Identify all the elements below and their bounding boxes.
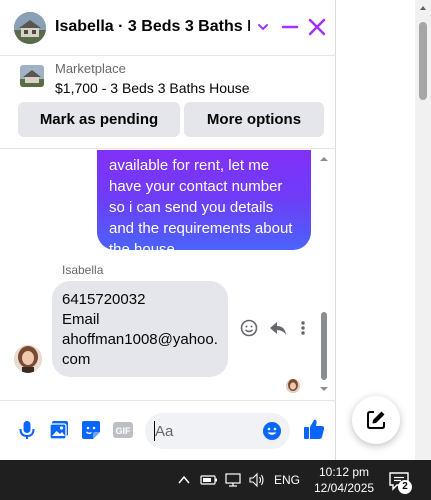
message-line: Email [62,311,100,328]
microphone-icon[interactable] [16,419,38,441]
thread-scrollbar[interactable] [318,150,330,398]
clock-time: 10:12 pm [318,465,370,479]
reply-icon[interactable] [268,319,288,337]
scroll-down-arrow-icon[interactable] [318,384,330,394]
sticker-icon[interactable] [80,419,102,441]
network-icon[interactable] [224,472,242,488]
scroll-up-arrow-icon[interactable] [318,154,330,164]
svg-text:GIF: GIF [116,426,132,436]
thread-scrollbar-thumb[interactable] [321,312,327,380]
marketplace-listing: Marketplace $1,700 - 3 Beds 3 Baths Hous… [0,57,336,149]
input-language[interactable]: ENG [274,473,300,487]
message-input-container[interactable] [145,413,290,449]
message-line: the house. [109,241,180,258]
volume-icon[interactable] [248,472,266,488]
windows-taskbar: ENG 10:12 pm 12/04/2025 2 [0,460,431,500]
message-actions [240,318,308,338]
clock-date: 12/04/2025 [314,481,375,495]
emoji-icon[interactable] [262,421,282,441]
message-line: com [62,351,91,368]
gif-icon[interactable]: GIF [112,419,134,441]
listing-source: Marketplace [55,61,126,76]
read-receipt-avatar [286,379,300,393]
more-vertical-icon[interactable] [298,319,308,337]
message-line: so i can send you details [109,199,274,216]
chevron-down-icon[interactable] [256,20,270,34]
mark-as-pending-button[interactable]: Mark as pending [18,102,180,137]
page-scrollbar-thumb[interactable] [419,22,427,100]
message-composer: GIF [0,400,336,460]
message-line: 6415720032 [62,291,146,308]
outgoing-message-bubble[interactable]: available for rent, let me have your con… [97,150,311,258]
react-emoji-icon[interactable] [240,319,258,337]
new-message-button[interactable] [352,396,400,444]
message-line: and the requirements about [109,220,293,237]
clock[interactable]: 10:12 pm 12/04/2025 [314,464,374,496]
page-scroll-up-icon[interactable] [419,4,427,12]
message-line: have your contact number [109,178,283,195]
sender-name: Isabella [62,263,104,277]
minimize-icon[interactable] [280,16,300,38]
contact-avatar[interactable] [14,12,46,44]
thumbs-up-icon[interactable] [302,417,326,441]
show-hidden-icons-chevron-icon[interactable] [176,472,192,488]
chat-window: Isabella · 3 Beds 3 Baths H··· Marketpla… [0,0,336,460]
listing-name[interactable]: $1,700 - 3 Beds 3 Baths House [55,80,250,96]
photo-icon[interactable] [48,419,70,441]
chat-title[interactable]: Isabella · 3 Beds 3 Baths H··· [55,18,250,36]
page-scrollbar[interactable] [415,0,431,460]
message-input[interactable] [155,421,255,441]
message-line: available for rent, let me [109,157,270,174]
listing-thumbnail[interactable] [20,65,44,87]
chat-header[interactable]: Isabella · 3 Beds 3 Baths H··· [0,0,336,56]
notification-count-badge: 2 [398,480,412,494]
more-options-button[interactable]: More options [184,102,324,137]
close-icon[interactable] [306,16,328,38]
message-thread[interactable]: available for rent, let me have your con… [0,150,336,398]
incoming-message-bubble[interactable]: 6415720032 Email ahoffman1008@yahoo. com [52,281,228,377]
message-line: ahoffman1008@yahoo. [62,331,218,348]
sender-avatar[interactable] [14,345,42,373]
compose-icon [367,411,385,429]
battery-icon[interactable] [200,472,218,488]
